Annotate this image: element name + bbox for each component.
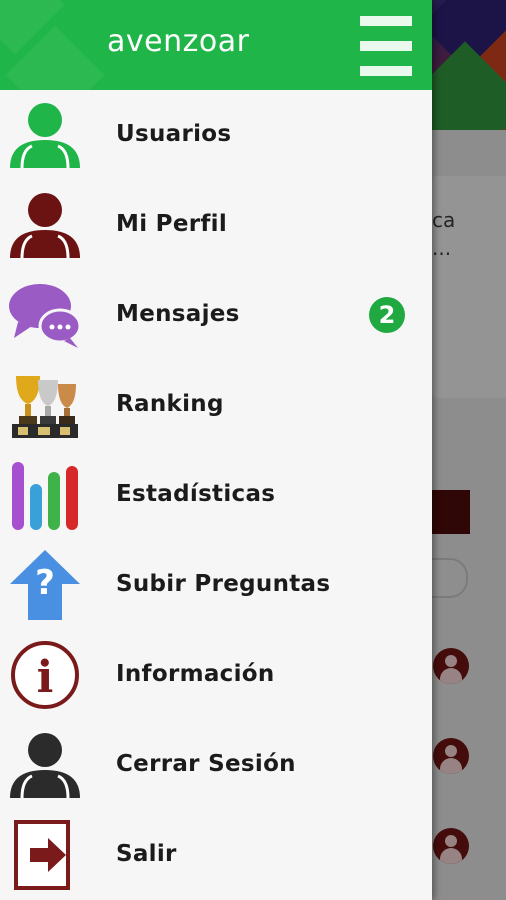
stats-icon bbox=[12, 462, 78, 530]
menu-item-estadisticas[interactable]: Estadísticas bbox=[0, 450, 432, 540]
menu-item-mensajes[interactable]: Mensajes 2 bbox=[0, 270, 432, 360]
messages-icon bbox=[9, 284, 82, 348]
logout-user-icon bbox=[10, 733, 80, 799]
drawer-header: avenzoar bbox=[0, 0, 432, 90]
menu-item-label: Estadísticas bbox=[116, 481, 276, 507]
unread-count-badge: 2 bbox=[369, 297, 405, 333]
upload-question-icon: ? bbox=[10, 550, 80, 620]
users-icon bbox=[10, 103, 80, 169]
menu-item-cerrar-sesion[interactable]: Cerrar Sesión bbox=[0, 720, 432, 810]
trophies-icon bbox=[12, 376, 78, 438]
menu-item-salir[interactable]: Salir bbox=[0, 810, 432, 900]
menu-item-informacion[interactable]: i Información bbox=[0, 630, 432, 720]
exit-icon bbox=[14, 820, 70, 890]
menu-item-label: Mensajes bbox=[116, 301, 240, 327]
menu-item-mi-perfil[interactable]: Mi Perfil bbox=[0, 180, 432, 270]
menu-item-label: Ranking bbox=[116, 391, 224, 417]
profile-icon bbox=[10, 193, 80, 259]
menu-item-label: Cerrar Sesión bbox=[116, 751, 296, 777]
menu-item-label: Salir bbox=[116, 841, 177, 867]
menu-item-label: Información bbox=[116, 661, 275, 687]
info-icon: i bbox=[11, 641, 79, 709]
menu-item-label: Subir Preguntas bbox=[116, 571, 331, 597]
menu-item-usuarios[interactable]: Usuarios bbox=[0, 90, 432, 180]
menu-item-ranking[interactable]: Ranking bbox=[0, 360, 432, 450]
menu-item-label: Usuarios bbox=[116, 121, 232, 147]
svg-text:i: i bbox=[37, 652, 54, 703]
menu-item-label: Mi Perfil bbox=[116, 211, 228, 237]
app-title: avenzoar bbox=[107, 24, 250, 59]
navigation-drawer: avenzoar Usuarios Mi Perfil Mensajes 2 R… bbox=[0, 0, 432, 900]
svg-text:?: ? bbox=[35, 563, 55, 603]
hamburger-icon[interactable] bbox=[360, 16, 412, 76]
menu-item-subir-preguntas[interactable]: ? Subir Preguntas bbox=[0, 540, 432, 630]
